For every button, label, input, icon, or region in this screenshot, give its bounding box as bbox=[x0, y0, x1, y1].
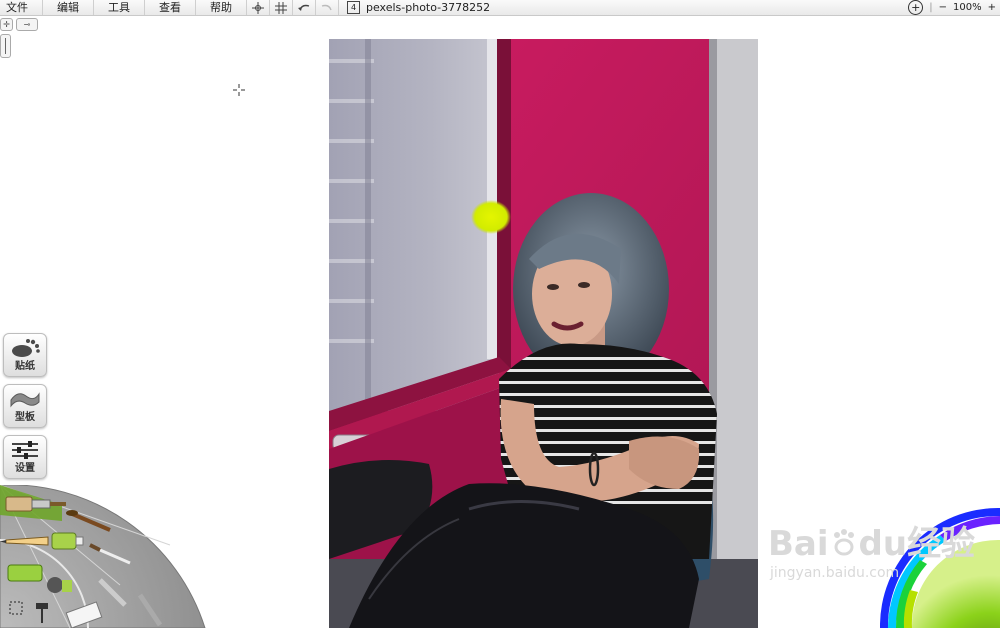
stencils-button[interactable]: 型板 bbox=[3, 384, 47, 428]
zoom-controls: + | − 100% + bbox=[908, 0, 1000, 15]
horizontal-slider-icon[interactable]: ⊸ bbox=[16, 18, 38, 31]
undo-icon[interactable] bbox=[293, 0, 316, 15]
document-tab[interactable]: 4 pexels-photo-3778252 bbox=[339, 1, 490, 14]
settings-label: 设置 bbox=[15, 463, 35, 474]
menu-help[interactable]: 帮助 bbox=[196, 0, 247, 15]
mini-toolbar: ✛ ⊸ bbox=[0, 18, 38, 31]
zoom-out-icon[interactable]: − bbox=[939, 2, 947, 13]
baidu-jingyan-watermark: Bai du经验 jingyan.baidu.com bbox=[768, 524, 975, 582]
menu-edit[interactable]: 编辑 bbox=[43, 0, 94, 15]
zoom-add-icon[interactable]: + bbox=[908, 0, 924, 15]
zoom-in-icon[interactable]: + bbox=[988, 2, 996, 13]
stickers-label: 贴纸 bbox=[15, 361, 35, 372]
crosshair-toggle-icon[interactable]: ✛ bbox=[0, 18, 13, 31]
menu-view[interactable]: 查看 bbox=[145, 0, 196, 15]
document-title: pexels-photo-3778252 bbox=[366, 1, 491, 14]
settings-button[interactable]: 设置 bbox=[3, 435, 47, 479]
brush-stroke-dab bbox=[471, 200, 511, 234]
paw-logo-icon bbox=[833, 529, 854, 556]
stickers-button[interactable]: 贴纸 bbox=[3, 333, 47, 377]
watermark-brand: Bai bbox=[768, 524, 829, 564]
cursor-crosshair-icon bbox=[233, 84, 245, 96]
stencil-icon bbox=[4, 388, 46, 412]
document-number-badge: 4 bbox=[347, 1, 360, 14]
watermark-brand-suffix: du bbox=[858, 524, 908, 564]
menu-bar: 文件 编辑 工具 查看 帮助 4 pexels-photo-3778252 + … bbox=[0, 0, 1000, 16]
watermark-url: jingyan.baidu.com bbox=[770, 565, 900, 581]
grid-icon[interactable] bbox=[270, 0, 293, 15]
menu-tools[interactable]: 工具 bbox=[94, 0, 145, 15]
stencils-label: 型板 bbox=[15, 412, 35, 423]
footprint-icon bbox=[4, 337, 46, 361]
redo-icon[interactable] bbox=[316, 0, 339, 15]
canvas-image[interactable] bbox=[329, 39, 758, 628]
symmetry-icon[interactable] bbox=[247, 0, 270, 15]
tool-wheel bbox=[0, 485, 210, 628]
menu-file[interactable]: 文件 bbox=[0, 0, 43, 15]
zoom-level[interactable]: 100% bbox=[953, 2, 982, 13]
vertical-slider-icon[interactable] bbox=[0, 34, 11, 58]
watermark-product: 经验 bbox=[907, 524, 976, 564]
sliders-icon bbox=[4, 439, 46, 463]
color-tube-icon[interactable] bbox=[7, 564, 43, 582]
